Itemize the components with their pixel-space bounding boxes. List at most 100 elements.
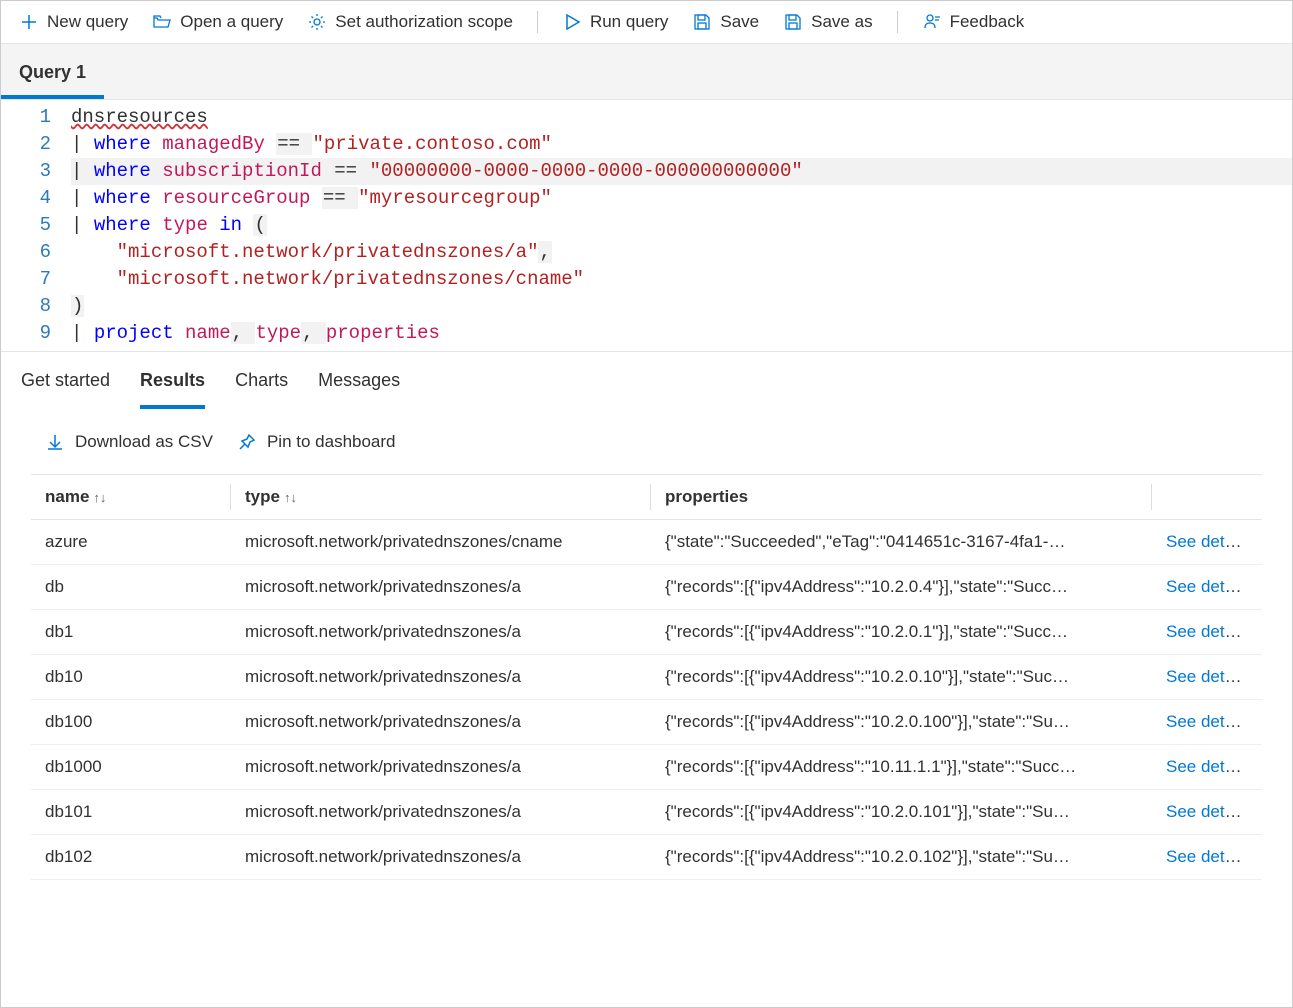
save-button[interactable]: Save [692, 12, 759, 32]
plus-icon [19, 12, 39, 32]
editor-line: 4| where resourceGroup == "myresourcegro… [1, 185, 1292, 212]
cell-name: db100 [31, 700, 231, 745]
see-details-link[interactable]: See details [1166, 757, 1250, 776]
table-row[interactable]: db1000microsoft.network/privatednszones/… [31, 745, 1262, 790]
line-number: 9 [1, 320, 71, 347]
cell-details: See details [1152, 565, 1262, 610]
editor-line: 1dnsresources [1, 104, 1292, 131]
editor-line: 6 "microsoft.network/privatednszones/a", [1, 239, 1292, 266]
query-tab-1[interactable]: Query 1 [1, 52, 104, 99]
line-number: 1 [1, 104, 71, 131]
line-number: 7 [1, 266, 71, 293]
editor-line: 9| project name, type, properties [1, 320, 1292, 347]
line-number: 2 [1, 131, 71, 158]
code-content: "microsoft.network/privatednszones/cname… [71, 266, 1292, 293]
toolbar: New query Open a query Set authorization… [1, 1, 1292, 44]
editor-line: 5| where type in ( [1, 212, 1292, 239]
see-details-link[interactable]: See details [1166, 712, 1250, 731]
see-details-link[interactable]: See details [1166, 532, 1250, 551]
cell-type: microsoft.network/privatednszones/a [231, 610, 651, 655]
new-query-button[interactable]: New query [19, 12, 128, 32]
cell-type: microsoft.network/privatednszones/a [231, 835, 651, 880]
tab-messages[interactable]: Messages [318, 370, 400, 409]
set-auth-button[interactable]: Set authorization scope [307, 12, 513, 32]
cell-name: db101 [31, 790, 231, 835]
cell-type: microsoft.network/privatednszones/a [231, 700, 651, 745]
code-content: ) [71, 293, 1292, 320]
results-table: name ↑↓ type↑↓ properties azuremicrosoft.… [1, 474, 1292, 1007]
cell-details: See details [1152, 700, 1262, 745]
cell-name: db1 [31, 610, 231, 655]
cell-details: See details [1152, 610, 1262, 655]
folder-open-icon [152, 12, 172, 32]
results-section: Get started Results Charts Messages Down… [1, 352, 1292, 1007]
pin-icon [237, 432, 257, 452]
table-row[interactable]: dbmicrosoft.network/privatednszones/a{"r… [31, 565, 1262, 610]
see-details-link[interactable]: See details [1166, 847, 1250, 866]
table-header-row: name ↑↓ type↑↓ properties [31, 475, 1262, 520]
see-details-link[interactable]: See details [1166, 802, 1250, 821]
table-row[interactable]: db101microsoft.network/privatednszones/a… [31, 790, 1262, 835]
cell-name: db [31, 565, 231, 610]
table-row[interactable]: db100microsoft.network/privatednszones/a… [31, 700, 1262, 745]
code-content: dnsresources [71, 104, 1292, 131]
code-content: | project name, type, properties [71, 320, 1292, 347]
editor-line: 7 "microsoft.network/privatednszones/cna… [1, 266, 1292, 293]
cell-details: See details [1152, 520, 1262, 565]
table-row[interactable]: db10microsoft.network/privatednszones/a{… [31, 655, 1262, 700]
tab-get-started[interactable]: Get started [21, 370, 110, 409]
cell-details: See details [1152, 835, 1262, 880]
cell-name: db10 [31, 655, 231, 700]
code-content: "microsoft.network/privatednszones/a", [71, 239, 1292, 266]
tab-charts[interactable]: Charts [235, 370, 288, 409]
column-label: type [245, 487, 280, 506]
table-row[interactable]: azuremicrosoft.network/privatednszones/c… [31, 520, 1262, 565]
column-header-details [1152, 475, 1262, 520]
save-label: Save [720, 12, 759, 32]
code-content: | where subscriptionId == "00000000-0000… [71, 158, 1292, 185]
see-details-link[interactable]: See details [1166, 667, 1250, 686]
line-number: 4 [1, 185, 71, 212]
code-content: | where type in ( [71, 212, 1292, 239]
query-editor[interactable]: 1dnsresources2| where managedBy == "priv… [1, 99, 1292, 352]
cell-properties: {"records":[{"ipv4Address":"10.11.1.1"}]… [651, 745, 1152, 790]
column-header-type[interactable]: type↑↓ [231, 475, 651, 520]
set-auth-label: Set authorization scope [335, 12, 513, 32]
save-as-button[interactable]: Save as [783, 12, 872, 32]
see-details-link[interactable]: See details [1166, 577, 1250, 596]
open-query-label: Open a query [180, 12, 283, 32]
line-number: 6 [1, 239, 71, 266]
pin-dashboard-button[interactable]: Pin to dashboard [237, 432, 396, 452]
app-container: New query Open a query Set authorization… [0, 0, 1293, 1008]
cell-properties: {"records":[{"ipv4Address":"10.2.0.1"}],… [651, 610, 1152, 655]
table-row[interactable]: db1microsoft.network/privatednszones/a{"… [31, 610, 1262, 655]
sort-icon: ↑↓ [93, 490, 106, 505]
feedback-button[interactable]: Feedback [922, 12, 1025, 32]
cell-type: microsoft.network/privatednszones/a [231, 790, 651, 835]
download-csv-label: Download as CSV [75, 432, 213, 452]
cell-properties: {"state":"Succeeded","eTag":"0414651c-31… [651, 520, 1152, 565]
toolbar-divider [537, 11, 538, 33]
run-query-label: Run query [590, 12, 668, 32]
new-query-label: New query [47, 12, 128, 32]
open-query-button[interactable]: Open a query [152, 12, 283, 32]
table-row[interactable]: db102microsoft.network/privatednszones/a… [31, 835, 1262, 880]
cell-details: See details [1152, 655, 1262, 700]
cell-details: See details [1152, 790, 1262, 835]
download-csv-button[interactable]: Download as CSV [45, 432, 213, 452]
column-header-name[interactable]: name ↑↓ [31, 475, 231, 520]
cell-type: microsoft.network/privatednszones/a [231, 745, 651, 790]
cell-properties: {"records":[{"ipv4Address":"10.2.0.102"}… [651, 835, 1152, 880]
column-label: name [45, 487, 89, 506]
cell-type: microsoft.network/privatednszones/a [231, 565, 651, 610]
see-details-link[interactable]: See details [1166, 622, 1250, 641]
cell-properties: {"records":[{"ipv4Address":"10.2.0.100"}… [651, 700, 1152, 745]
tab-results[interactable]: Results [140, 370, 205, 409]
cell-details: See details [1152, 745, 1262, 790]
line-number: 3 [1, 158, 71, 185]
column-header-properties[interactable]: properties [651, 475, 1152, 520]
run-query-button[interactable]: Run query [562, 12, 668, 32]
cell-name: db1000 [31, 745, 231, 790]
column-label: properties [665, 487, 748, 506]
save-as-icon [783, 12, 803, 32]
